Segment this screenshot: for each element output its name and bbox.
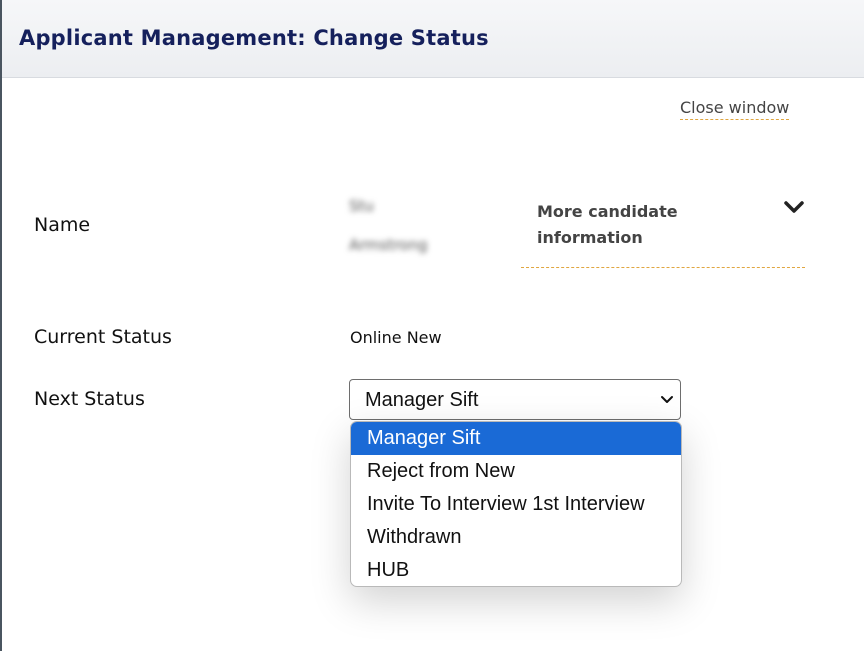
more-candidate-info-toggle[interactable]: More candidate information <box>521 193 805 268</box>
candidate-last-name: Armstrong <box>349 236 428 254</box>
dropdown-option-reject-from-new[interactable]: Reject from New <box>351 455 681 488</box>
close-window-link[interactable]: Close window <box>680 98 790 120</box>
current-status-label: Current Status <box>34 326 172 348</box>
current-status-value: Online New <box>350 328 442 347</box>
dialog-title: Applicant Management: Change Status <box>19 26 489 50</box>
select-chevron-down-icon <box>661 396 673 403</box>
dropdown-option-hub[interactable]: HUB <box>351 554 681 586</box>
dialog-header: Applicant Management: Change Status <box>2 0 864 78</box>
more-candidate-info-label: More candidate information <box>537 202 678 247</box>
next-status-selected-value: Manager Sift <box>365 389 479 411</box>
candidate-first-name: Stu <box>349 197 374 215</box>
next-status-select[interactable]: Manager Sift <box>349 379 681 420</box>
name-label: Name <box>34 214 91 236</box>
dropdown-option-withdrawn[interactable]: Withdrawn <box>351 521 681 554</box>
change-status-dialog: Applicant Management: Change Status Clos… <box>0 0 864 651</box>
next-status-label: Next Status <box>34 388 145 410</box>
chevron-down-icon <box>784 201 804 213</box>
dropdown-option-invite-to-interview[interactable]: Invite To Interview 1st Interview <box>351 488 681 521</box>
dropdown-option-manager-sift[interactable]: Manager Sift <box>351 422 681 455</box>
next-status-dropdown-list: Manager Sift Reject from New Invite To I… <box>350 421 682 587</box>
